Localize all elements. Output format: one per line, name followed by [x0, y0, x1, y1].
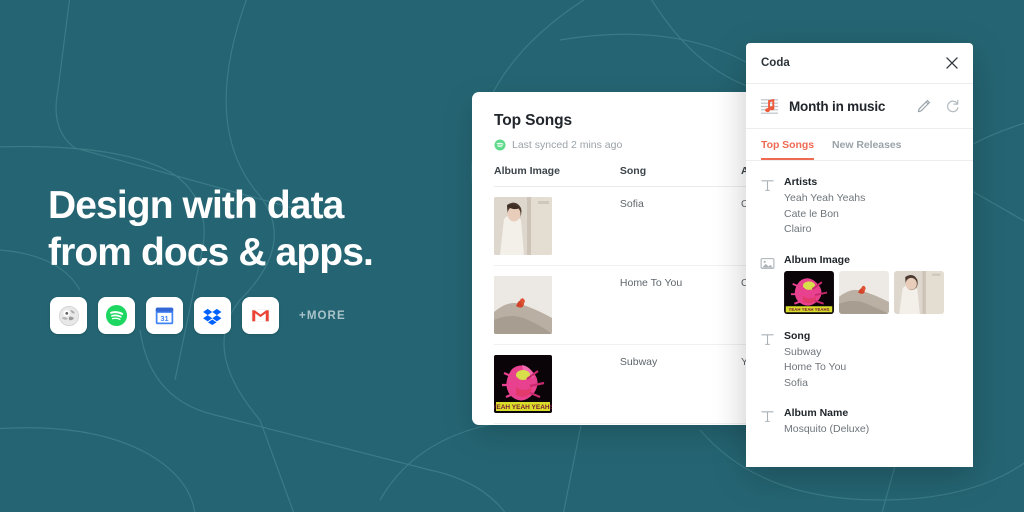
cell-album-image	[494, 186, 620, 266]
cell-album-image	[494, 265, 620, 345]
app-tile-google-calendar[interactable]: 31	[146, 297, 183, 334]
cell-song: Subway	[619, 344, 741, 424]
edit-pencil-icon[interactable]	[916, 99, 931, 114]
more-apps-label: +MORE	[299, 309, 346, 322]
app-tile-wikipedia[interactable]	[50, 297, 87, 334]
album-thumb-row: YEAH YEAH YEAHS	[784, 270, 959, 314]
page-title: Design with data from docs & apps.	[48, 182, 468, 276]
field-label: Artists	[784, 176, 818, 188]
cell-song: Sofia	[619, 186, 741, 266]
app-tile-gmail[interactable]	[242, 297, 279, 334]
album-art-clairo	[494, 197, 552, 255]
tab-top-songs[interactable]: Top Songs	[761, 139, 814, 160]
album-art-catelebon	[494, 276, 552, 334]
coda-side-panel: Coda Month in music Top Songs New Releas…	[746, 43, 973, 467]
field-value: Home To You	[784, 361, 847, 373]
banner-stage: Design with data from docs & apps. 31 +M…	[0, 0, 1024, 512]
spotify-icon	[105, 304, 128, 327]
panel-field-album-image: Album Image YEAH YEAH YEAHS	[760, 254, 959, 314]
svg-text:YEAH YEAH YEAHS: YEAH YEAH YEAHS	[494, 404, 552, 411]
album-art-image	[494, 197, 552, 255]
music-note-doc-icon	[760, 98, 779, 114]
app-tile-spotify[interactable]	[98, 297, 135, 334]
column-header-album-image[interactable]: Album Image	[494, 165, 620, 187]
refresh-icon[interactable]	[945, 99, 960, 114]
headline-line-2: from docs & apps.	[48, 231, 374, 274]
field-value: Sofia	[784, 376, 808, 389]
album-thumb-catelebon[interactable]	[839, 270, 889, 314]
field-value: Clairo	[784, 223, 812, 235]
svg-text:31: 31	[160, 314, 168, 323]
album-art-mosquito: YEAH YEAH YEAHS	[494, 355, 552, 413]
field-value: Yeah Yeah Yeahs	[784, 192, 866, 204]
panel-doc-title: Month in music	[789, 98, 886, 114]
panel-app-name: Coda	[761, 57, 790, 69]
panel-field-artists: Artists Yeah Yeah Yeahs Cate le Bon Clai…	[760, 176, 959, 238]
album-art-image: YEAH YEAH YEAHS	[494, 355, 552, 413]
panel-tabs: Top Songs New Releases	[746, 129, 973, 161]
spotify-icon	[494, 139, 506, 151]
field-value: Cate le Bon	[784, 207, 839, 220]
panel-field-list: Artists Yeah Yeah Yeahs Cate le Bon Clai…	[746, 161, 973, 438]
calendar-icon: 31	[155, 307, 174, 325]
panel-field-song: Song Subway Home To You Sofia	[760, 330, 959, 392]
headline-line-1: Design with data	[48, 184, 344, 227]
text-icon	[761, 180, 774, 191]
cell-album-image	[494, 423, 620, 425]
column-header-song[interactable]: Song	[619, 165, 741, 187]
field-value: Mosquito (Deluxe)	[784, 423, 870, 435]
wikipedia-icon	[58, 305, 79, 326]
cell-album-image: YEAH YEAH YEAHS	[494, 344, 620, 424]
panel-doc-header: Month in music	[746, 84, 973, 129]
cell-song: Lost In Yesterday	[619, 423, 741, 425]
text-icon	[761, 333, 774, 345]
field-value: Subway	[784, 345, 822, 358]
app-icon-row: 31 +MORE	[50, 297, 346, 334]
svg-text:YEAH YEAH YEAHS: YEAH YEAH YEAHS	[789, 307, 830, 312]
album-art-image	[494, 276, 552, 334]
panel-topbar: Coda	[746, 43, 973, 84]
album-thumb-mosquito[interactable]: YEAH YEAH YEAHS	[784, 270, 834, 314]
hero-copy: Design with data from docs & apps.	[48, 182, 468, 276]
sync-status-text: Last synced 2 mins ago	[512, 139, 623, 151]
gmail-icon	[251, 309, 270, 322]
cell-song: Home To You	[619, 265, 741, 345]
tab-new-releases[interactable]: New Releases	[832, 139, 902, 160]
text-icon	[761, 411, 774, 422]
panel-field-album-name: Album Name Mosquito (Deluxe)	[760, 407, 959, 438]
field-label: Song	[784, 329, 811, 342]
app-tile-dropbox[interactable]	[194, 297, 231, 334]
album-art-image	[894, 270, 944, 314]
field-label: Album Name	[784, 407, 849, 419]
dropbox-icon	[202, 308, 221, 325]
image-icon	[760, 257, 775, 269]
field-label: Album Image	[784, 253, 850, 266]
close-icon[interactable]	[945, 56, 959, 70]
album-thumb-clairo[interactable]	[894, 270, 944, 314]
album-art-image	[839, 270, 889, 314]
album-art-image: YEAH YEAH YEAHS	[784, 270, 834, 314]
